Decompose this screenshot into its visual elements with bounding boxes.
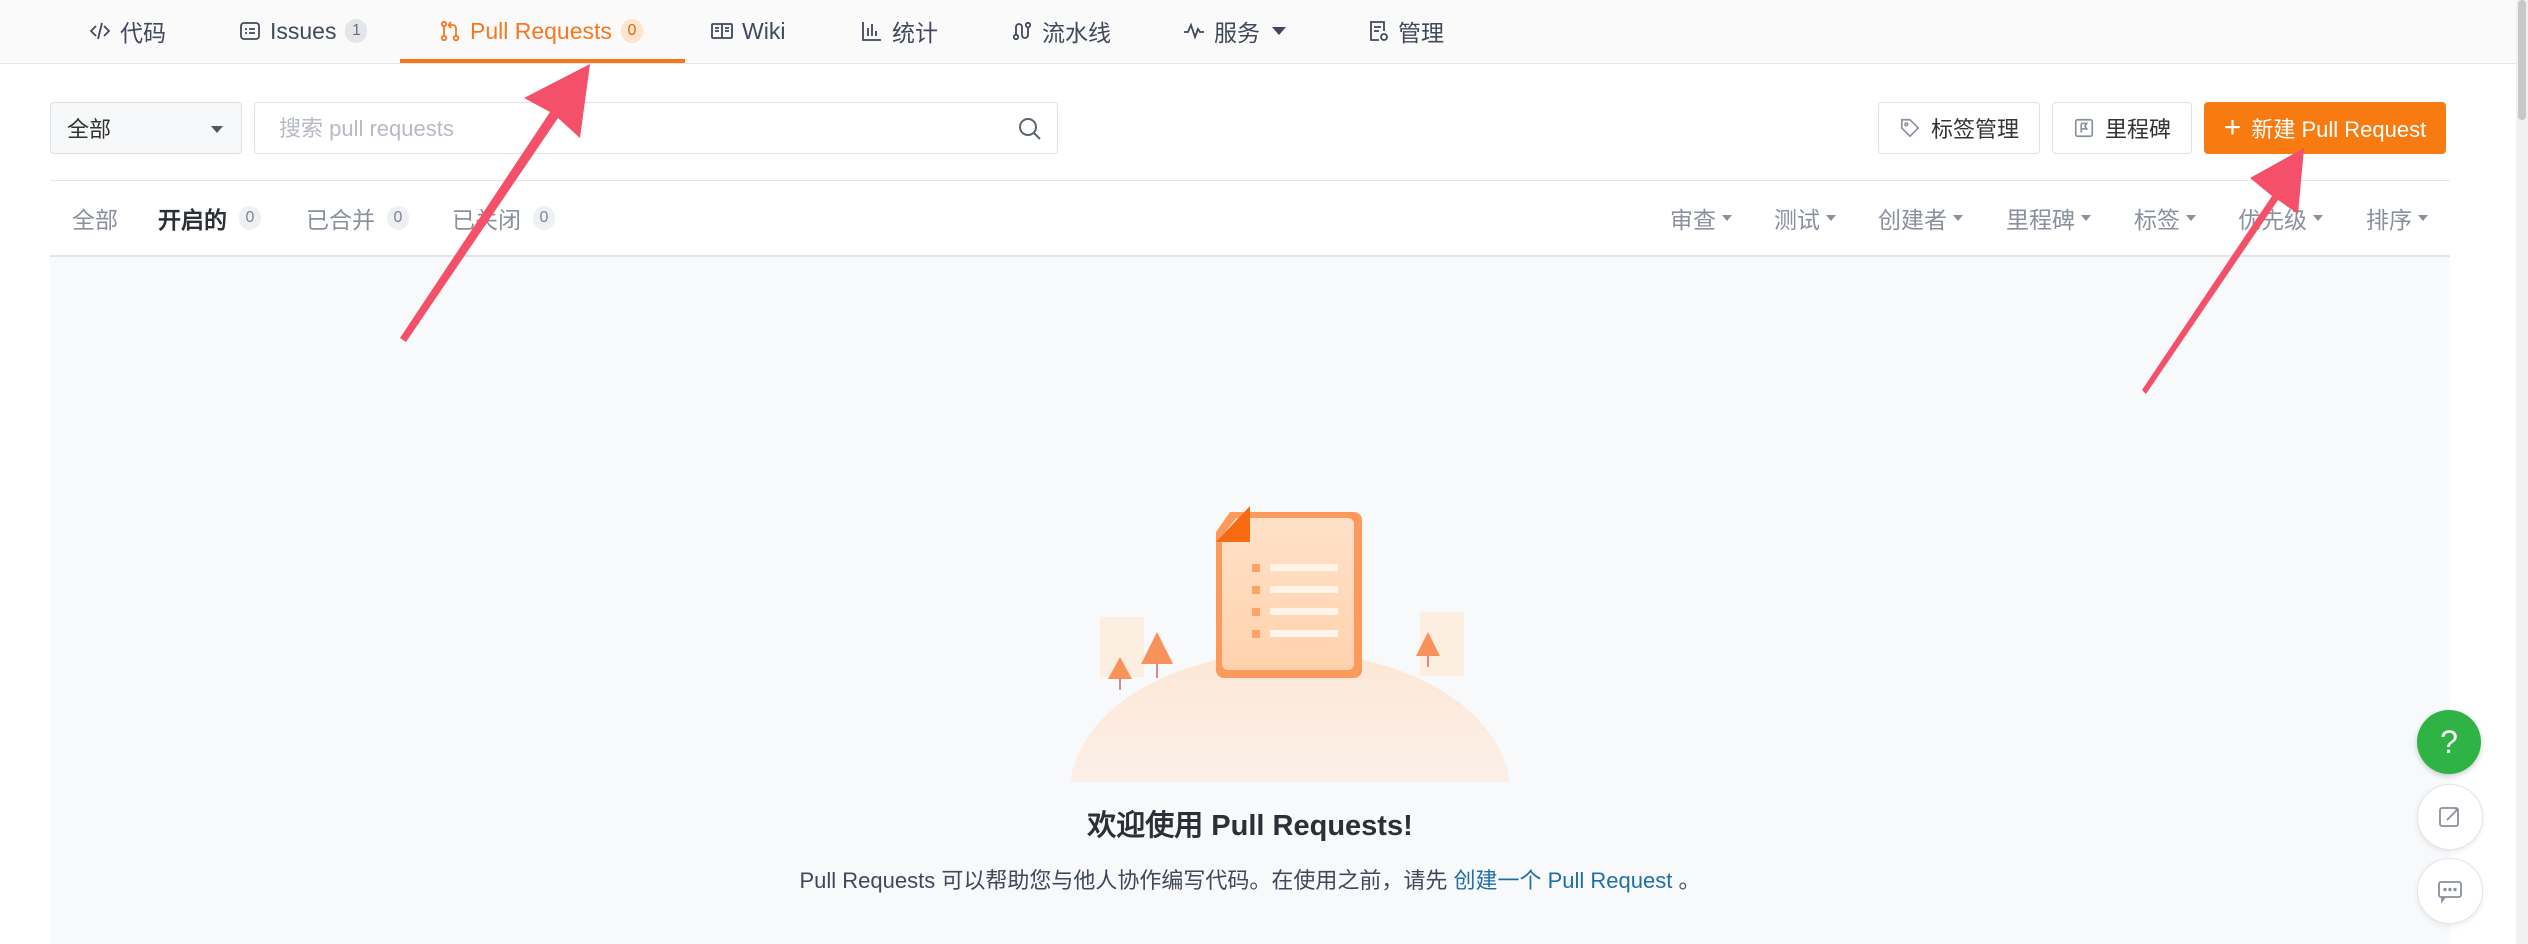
new-pull-request-button[interactable]: + 新建 Pull Request bbox=[2204, 102, 2446, 154]
chat-icon bbox=[2438, 881, 2462, 904]
page-scrollbar[interactable] bbox=[2516, 0, 2528, 944]
empty-desc-text: Pull Requests 可以帮助您与他人协作编写代码。在使用之前，请先 bbox=[799, 868, 1448, 893]
tab-manage-label: 管理 bbox=[1398, 20, 1444, 46]
code-icon bbox=[88, 19, 112, 43]
scrollbar-thumb[interactable] bbox=[2518, 0, 2526, 120]
filter-merged-count: 0 bbox=[387, 206, 409, 230]
pull-requests-count-badge: 0 bbox=[620, 19, 643, 43]
caret-down-icon bbox=[1722, 215, 1732, 221]
filter-closed-count: 0 bbox=[533, 206, 555, 230]
scope-select-value: 全部 bbox=[67, 117, 112, 142]
milestones-label: 里程碑 bbox=[2104, 117, 2171, 142]
filter-review-dropdown[interactable]: 审查 bbox=[1670, 181, 1732, 255]
tab-issues[interactable]: Issues 1 bbox=[238, 0, 368, 62]
search-icon[interactable] bbox=[1017, 116, 1043, 142]
feedback-edit-button[interactable] bbox=[2417, 784, 2483, 850]
edit-icon bbox=[2439, 807, 2459, 827]
pulse-icon bbox=[1182, 19, 1206, 43]
sort-dropdown[interactable]: 排序 bbox=[2366, 181, 2428, 255]
filter-author-dropdown[interactable]: 创建者 bbox=[1878, 181, 1963, 255]
tab-statistics-label: 统计 bbox=[892, 20, 938, 46]
filter-priority-dropdown[interactable]: 优先级 bbox=[2238, 181, 2323, 255]
empty-desc-end: 。 bbox=[1678, 868, 1701, 893]
sort-label: 排序 bbox=[2366, 207, 2412, 233]
caret-down-icon bbox=[2081, 215, 2091, 221]
filter-author-label: 创建者 bbox=[1878, 207, 1947, 233]
book-icon bbox=[710, 19, 734, 43]
filter-milestone-dropdown[interactable]: 里程碑 bbox=[2006, 181, 2091, 255]
pipeline-icon bbox=[1010, 19, 1034, 43]
filter-label-label: 标签 bbox=[2134, 207, 2180, 233]
filter-test-label: 测试 bbox=[1774, 207, 1820, 233]
filter-open[interactable]: 开启的 0 bbox=[158, 181, 261, 255]
tab-pipeline-label: 流水线 bbox=[1042, 20, 1111, 46]
chart-icon bbox=[860, 19, 884, 43]
tab-code[interactable]: 代码 bbox=[88, 0, 166, 62]
plus-icon: + bbox=[2223, 111, 2242, 144]
tab-wiki[interactable]: Wiki bbox=[710, 0, 785, 62]
caret-down-icon bbox=[2186, 215, 2196, 221]
milestones-button[interactable]: 里程碑 bbox=[2052, 102, 2192, 154]
filter-review-label: 审查 bbox=[1670, 207, 1716, 233]
caret-down-icon bbox=[2313, 215, 2323, 221]
chevron-down-icon bbox=[1272, 27, 1286, 35]
filter-all-label: 全部 bbox=[72, 207, 118, 233]
tab-code-label: 代码 bbox=[120, 20, 166, 46]
help-button[interactable]: ? bbox=[2417, 710, 2481, 774]
scope-select[interactable]: 全部 bbox=[50, 102, 242, 154]
issues-icon bbox=[238, 19, 262, 43]
tab-manage[interactable]: 管理 bbox=[1366, 0, 1444, 62]
filter-merged[interactable]: 已合并 0 bbox=[306, 181, 409, 255]
labels-manage-button[interactable]: 标签管理 bbox=[1878, 102, 2040, 154]
labels-manage-label: 标签管理 bbox=[1930, 117, 2019, 142]
tab-pull-requests-label: Pull Requests bbox=[470, 17, 612, 44]
empty-state-title: 欢迎使用 Pull Requests! bbox=[1087, 810, 1413, 842]
caret-down-icon bbox=[2418, 215, 2428, 221]
search-box bbox=[254, 102, 1058, 155]
filter-open-label: 开启的 bbox=[158, 207, 227, 233]
filter-all[interactable]: 全部 bbox=[72, 181, 118, 255]
filter-open-count: 0 bbox=[239, 206, 261, 230]
tab-services[interactable]: 服务 bbox=[1182, 0, 1286, 62]
tab-statistics[interactable]: 统计 bbox=[860, 0, 938, 62]
filter-milestone-label: 里程碑 bbox=[2006, 207, 2075, 233]
caret-down-icon bbox=[1953, 215, 1963, 221]
tab-pull-requests[interactable]: Pull Requests 0 bbox=[400, 0, 685, 63]
empty-document-illustration bbox=[1070, 506, 1510, 782]
tab-wiki-label: Wiki bbox=[742, 17, 786, 44]
repo-nav-bar: 代码 Issues 1 Pull Requests 0 Wiki 统计 流水线 bbox=[0, 0, 2516, 64]
filter-bar: 全部 开启的 0 已合并 0 已关闭 0 审查 测试 创建者 里程碑 标签 优先… bbox=[50, 181, 2450, 257]
caret-down-icon bbox=[1826, 215, 1836, 221]
tab-pipeline[interactable]: 流水线 bbox=[1010, 0, 1111, 62]
filter-label-dropdown[interactable]: 标签 bbox=[2134, 181, 2196, 255]
filter-priority-label: 优先级 bbox=[2238, 207, 2307, 233]
tab-services-label: 服务 bbox=[1214, 20, 1260, 46]
settings-doc-icon bbox=[1366, 19, 1390, 43]
filter-closed-label: 已关闭 bbox=[452, 207, 521, 233]
filter-closed[interactable]: 已关闭 0 bbox=[452, 181, 555, 255]
empty-state: 欢迎使用 Pull Requests! Pull Requests 可以帮助您与… bbox=[50, 257, 2450, 944]
search-input[interactable] bbox=[277, 103, 981, 155]
milestone-icon bbox=[2073, 117, 2095, 139]
empty-state-description: Pull Requests 可以帮助您与他人协作编写代码。在使用之前，请先 创建… bbox=[50, 863, 2450, 895]
create-pull-request-link[interactable]: 创建一个 Pull Request bbox=[1453, 868, 1672, 893]
tab-issues-label: Issues bbox=[270, 17, 337, 44]
filter-test-dropdown[interactable]: 测试 bbox=[1774, 181, 1836, 255]
help-label: ? bbox=[2440, 723, 2458, 760]
tag-icon bbox=[1899, 117, 1921, 139]
new-pull-request-label: 新建 Pull Request bbox=[2251, 117, 2427, 142]
filter-merged-label: 已合并 bbox=[306, 207, 375, 233]
chat-button[interactable] bbox=[2417, 858, 2483, 924]
pull-request-icon bbox=[438, 19, 462, 43]
issues-count-badge: 1 bbox=[345, 19, 368, 43]
chevron-down-icon bbox=[211, 126, 223, 133]
